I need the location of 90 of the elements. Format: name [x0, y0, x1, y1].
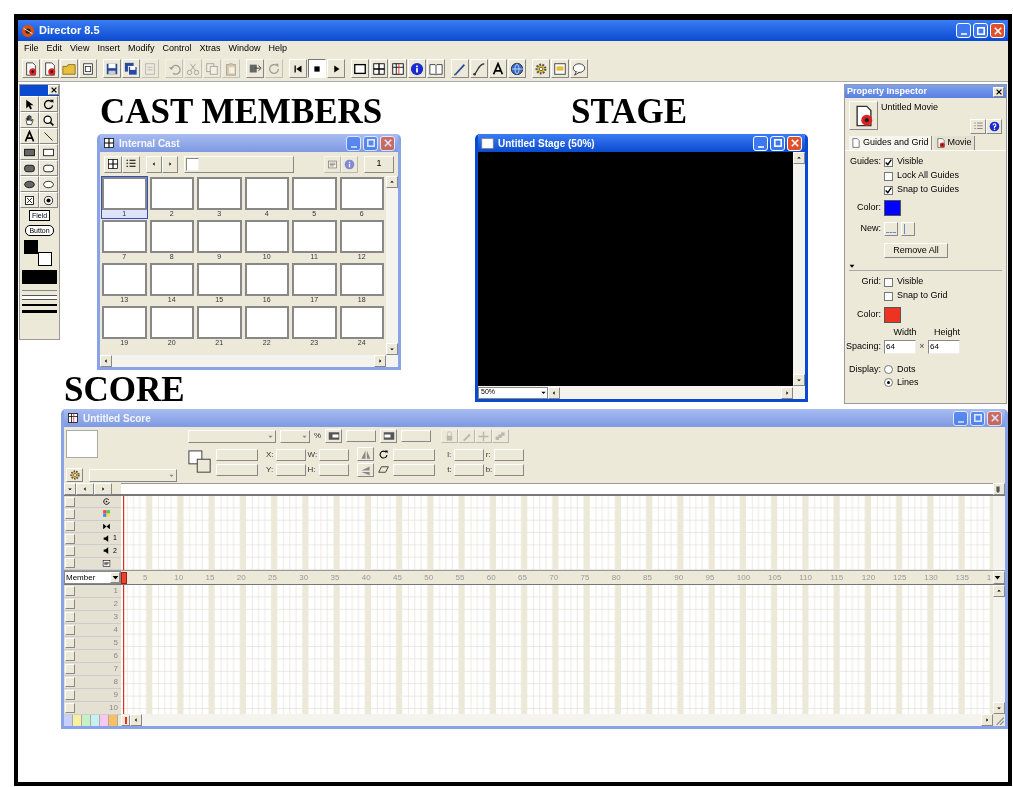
frame-number: 130 [924, 571, 939, 584]
frame-number: 10 [174, 571, 185, 584]
frame-number: 90 [674, 571, 685, 584]
frame-number: 30 [299, 571, 310, 584]
checkbox-label: Snap to Grid [897, 289, 948, 303]
frame-number: 50 [424, 571, 435, 584]
menu-item[interactable]: Insert [93, 41, 124, 56]
dropdown-value: Member [65, 571, 97, 584]
caption: CAST MEMBERS [100, 94, 383, 129]
field-label: W: [307, 448, 318, 461]
frame-number: 1 [986, 571, 993, 584]
channel-number: 2 [112, 598, 119, 610]
field-label: Width [892, 325, 918, 339]
frame-number: 55 [455, 571, 466, 584]
tab[interactable]: Guides and Grid [849, 136, 932, 150]
channel-number: 1 [112, 585, 119, 597]
frame-number: 45 [393, 571, 403, 584]
field-label: b: [485, 463, 493, 476]
channel-number: 3 [112, 611, 119, 623]
menu-item[interactable]: Control [158, 41, 196, 56]
menu-item[interactable]: Help [264, 41, 291, 56]
window-title: Director 8.5 [39, 23, 100, 39]
frame-number: 110 [799, 571, 813, 584]
channel-number: 7 [112, 663, 119, 675]
radio-label: Lines [897, 375, 919, 389]
channel-number: 8 [112, 676, 119, 688]
menu-item[interactable]: Modify [123, 41, 159, 56]
field-label: r: [485, 448, 492, 461]
field-label: Height [933, 325, 961, 339]
menu-item[interactable]: Window [224, 41, 265, 56]
field-label: % [314, 430, 322, 442]
frame-number: 100 [736, 571, 752, 584]
channel-number: 5 [112, 637, 119, 649]
field-label: Guides: [848, 155, 882, 169]
frame-number: 15 [205, 571, 216, 584]
channel-number: 10 [108, 702, 119, 714]
window-title: Untitled Stage (50%) [498, 136, 595, 151]
checkbox-label: Visible [897, 275, 924, 289]
member-dropdown[interactable]: Member [64, 571, 121, 584]
field-label: H: [307, 463, 317, 476]
field-label: Grid: [860, 275, 882, 289]
frame-number: 20 [236, 571, 247, 584]
checkbox-label: Snap to Guides [897, 183, 960, 197]
remove-all-button[interactable]: Remove All [884, 242, 948, 258]
frame-number: 85 [643, 571, 653, 584]
member-number-field[interactable]: 1 [364, 155, 394, 173]
frame-number: 115 [830, 571, 845, 584]
channel-number: 9 [112, 689, 119, 701]
window-title: Property Inspector [847, 84, 929, 98]
channel-number: 6 [112, 650, 119, 662]
frame-number: 5 [143, 571, 149, 584]
caption: STAGE [571, 94, 688, 129]
checkbox-label: Visible [897, 155, 924, 169]
field-label: Color: [856, 201, 882, 215]
field-label: t: [447, 463, 452, 476]
window-title: Untitled Score [83, 411, 151, 426]
frame-number: 65 [518, 571, 528, 584]
menu-item[interactable]: View [66, 41, 94, 56]
tab[interactable]: Movie [933, 136, 975, 150]
field-label: Spacing: [846, 340, 883, 354]
menu-item[interactable]: Xtras [195, 41, 225, 56]
width-field[interactable]: 64 [884, 340, 916, 354]
movie-name: Untitled Movie [881, 101, 940, 114]
frame-number: 70 [549, 571, 560, 584]
frame-number: 120 [861, 571, 877, 584]
frame-number: 80 [611, 571, 622, 584]
frame-number: 95 [705, 571, 716, 584]
field-label: Y: [266, 463, 274, 476]
field-label: Display: [848, 362, 882, 376]
menu-item[interactable]: File [20, 41, 43, 56]
field-label: Color: [856, 308, 882, 322]
field-label: l: [447, 448, 452, 461]
caption: SCORE [64, 372, 185, 407]
times-sign: × [918, 340, 926, 354]
height-field[interactable]: 64 [928, 340, 960, 354]
field-label: X: [266, 448, 274, 461]
frame-number: 125 [893, 571, 908, 584]
menu-item[interactable]: Edit [42, 41, 67, 56]
frame-number: 135 [955, 571, 970, 584]
frame-number: 75 [580, 571, 591, 584]
window-title: Internal Cast [119, 136, 180, 151]
frame-number: 105 [768, 571, 783, 584]
radio-label: Dots [897, 362, 916, 376]
frame-number: 60 [486, 571, 497, 584]
frame-number: 35 [330, 571, 341, 584]
channel-number: 4 [112, 624, 119, 636]
frame-number: 40 [361, 571, 372, 584]
frame-number: 25 [268, 571, 278, 584]
field-label: New: [859, 222, 882, 236]
checkbox-label: Lock All Guides [897, 169, 960, 183]
